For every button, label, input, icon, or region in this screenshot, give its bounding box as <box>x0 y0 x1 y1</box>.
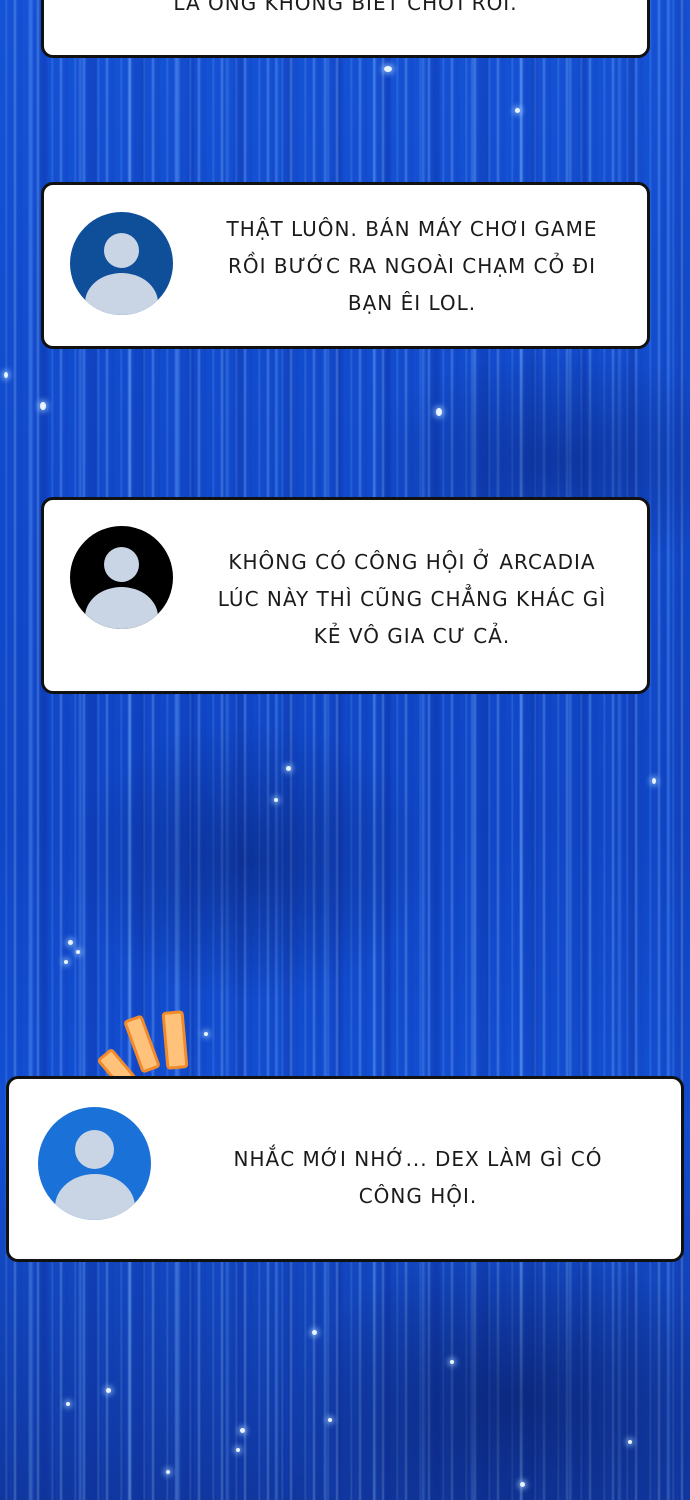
sparkle <box>76 950 80 954</box>
sparkle <box>286 766 291 771</box>
chat-bubble: NHẮC MỚI NHỚ... DEX LÀM GÌ CÓ CÔNG HỘI. <box>6 1076 684 1262</box>
sparkle <box>628 1440 632 1444</box>
chat-bubble: LÀ ÔNG KHÔNG BIẾT CHƠI RỒI. <box>41 0 650 58</box>
sparkle <box>240 1428 245 1433</box>
sparkle <box>312 1330 317 1335</box>
sparkle <box>652 778 656 784</box>
sparkle <box>166 1470 170 1474</box>
sparkle <box>68 940 73 945</box>
sparkle <box>4 372 8 378</box>
default-user-avatar-icon <box>70 526 173 629</box>
message-text: LÀ ÔNG KHÔNG BIẾT CHƠI RỒI. <box>173 0 518 15</box>
sparkle <box>520 1482 525 1487</box>
sparkle <box>450 1360 454 1364</box>
sparkle <box>204 1032 208 1036</box>
chat-bubble: THẬT LUÔN. BÁN MÁY CHƠI GAME RỒI BƯỚC RA… <box>41 182 650 349</box>
sparkle <box>64 960 68 964</box>
sparkle <box>274 798 278 802</box>
message-text: THẬT LUÔN. BÁN MÁY CHƠI GAME RỒI BƯỚC RA… <box>226 217 598 315</box>
sparkle <box>515 108 520 113</box>
sparkle <box>384 66 392 72</box>
sparkle <box>328 1418 332 1422</box>
sparkle <box>40 402 46 410</box>
sparkle <box>236 1448 240 1452</box>
message-text: KHÔNG CÓ CÔNG HỘI Ở ARCADIA LÚC NÀY THÌ … <box>217 550 607 648</box>
default-user-avatar-icon <box>38 1107 151 1220</box>
message-text: NHẮC MỚI NHỚ... DEX LÀM GÌ CÓ CÔNG HỘI. <box>233 1147 603 1208</box>
sparkle <box>106 1388 111 1393</box>
sparkle <box>436 408 442 416</box>
sparkle <box>66 1402 70 1406</box>
chat-bubble: KHÔNG CÓ CÔNG HỘI Ở ARCADIA LÚC NÀY THÌ … <box>41 497 650 694</box>
default-user-avatar-icon <box>70 212 173 315</box>
